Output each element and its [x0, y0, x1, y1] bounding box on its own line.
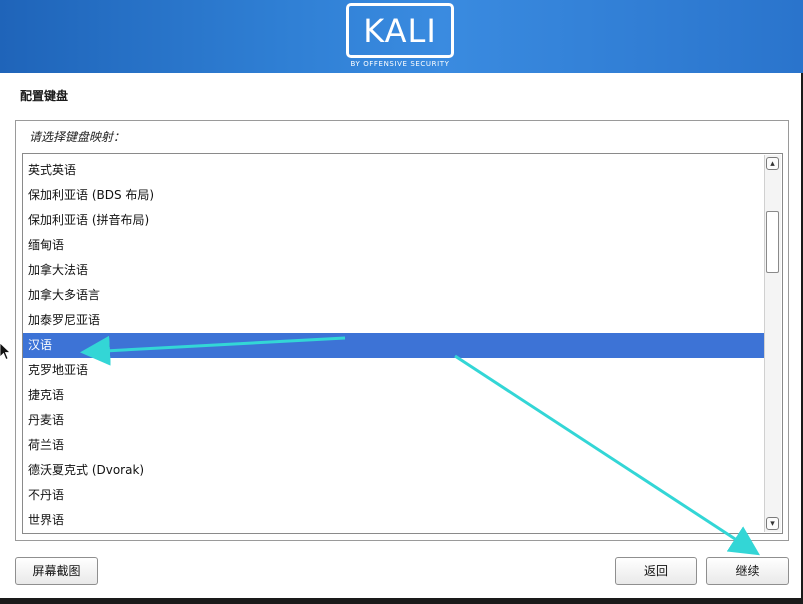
keymap-listbox[interactable]: 英式英语 保加利亚语 (BDS 布局) 保加利亚语 (拼音布局) 缅甸语 加拿大… — [22, 153, 783, 534]
list-item[interactable]: 保加利亚语 (拼音布局) — [23, 208, 765, 233]
list-item[interactable]: 加拿大法语 — [23, 258, 765, 283]
screenshot-button[interactable]: 屏幕截图 — [15, 557, 98, 585]
page-title: 配置键盘 — [20, 89, 69, 103]
logo-text: KALI — [363, 12, 437, 50]
scroll-down-icon[interactable]: ▾ — [766, 517, 779, 530]
scroll-thumb[interactable] — [766, 211, 779, 273]
kali-logo: KALI — [346, 3, 454, 58]
list-item[interactable]: 保加利亚语 (BDS 布局) — [23, 183, 765, 208]
scroll-up-icon[interactable]: ▴ — [766, 157, 779, 170]
list-item[interactable]: 加拿大多语言 — [23, 283, 765, 308]
list-item[interactable]: 不丹语 — [23, 483, 765, 508]
list-item[interactable]: 英式英语 — [23, 158, 765, 183]
list-scrollbar[interactable]: ▴ ▾ — [764, 155, 781, 532]
window-bottom-edge — [0, 598, 803, 604]
back-button[interactable]: 返回 — [615, 557, 697, 585]
installer-window: KALI BY OFFENSIVE SECURITY 配置键盘 请选择键盘映射：… — [0, 0, 803, 604]
header-banner: KALI BY OFFENSIVE SECURITY — [0, 0, 803, 73]
list-item[interactable]: 荷兰语 — [23, 433, 765, 458]
list-item[interactable]: 克罗地亚语 — [23, 358, 765, 383]
mouse-cursor-icon — [0, 343, 12, 361]
list-item[interactable]: 丹麦语 — [23, 408, 765, 433]
logo-subtitle: BY OFFENSIVE SECURITY — [350, 60, 450, 68]
keymap-prompt: 请选择键盘映射： — [29, 130, 126, 144]
list-item[interactable]: 世界语 — [23, 508, 765, 533]
list-item[interactable]: 加泰罗尼亚语 — [23, 308, 765, 333]
list-item[interactable]: 德沃夏克式 (Dvorak) — [23, 458, 765, 483]
list-item[interactable]: 缅甸语 — [23, 233, 765, 258]
list-item-selected[interactable]: 汉语 — [23, 333, 765, 358]
continue-button[interactable]: 继续 — [706, 557, 789, 585]
keymap-list: 英式英语 保加利亚语 (BDS 布局) 保加利亚语 (拼音布局) 缅甸语 加拿大… — [23, 158, 765, 533]
list-item[interactable]: 捷克语 — [23, 383, 765, 408]
